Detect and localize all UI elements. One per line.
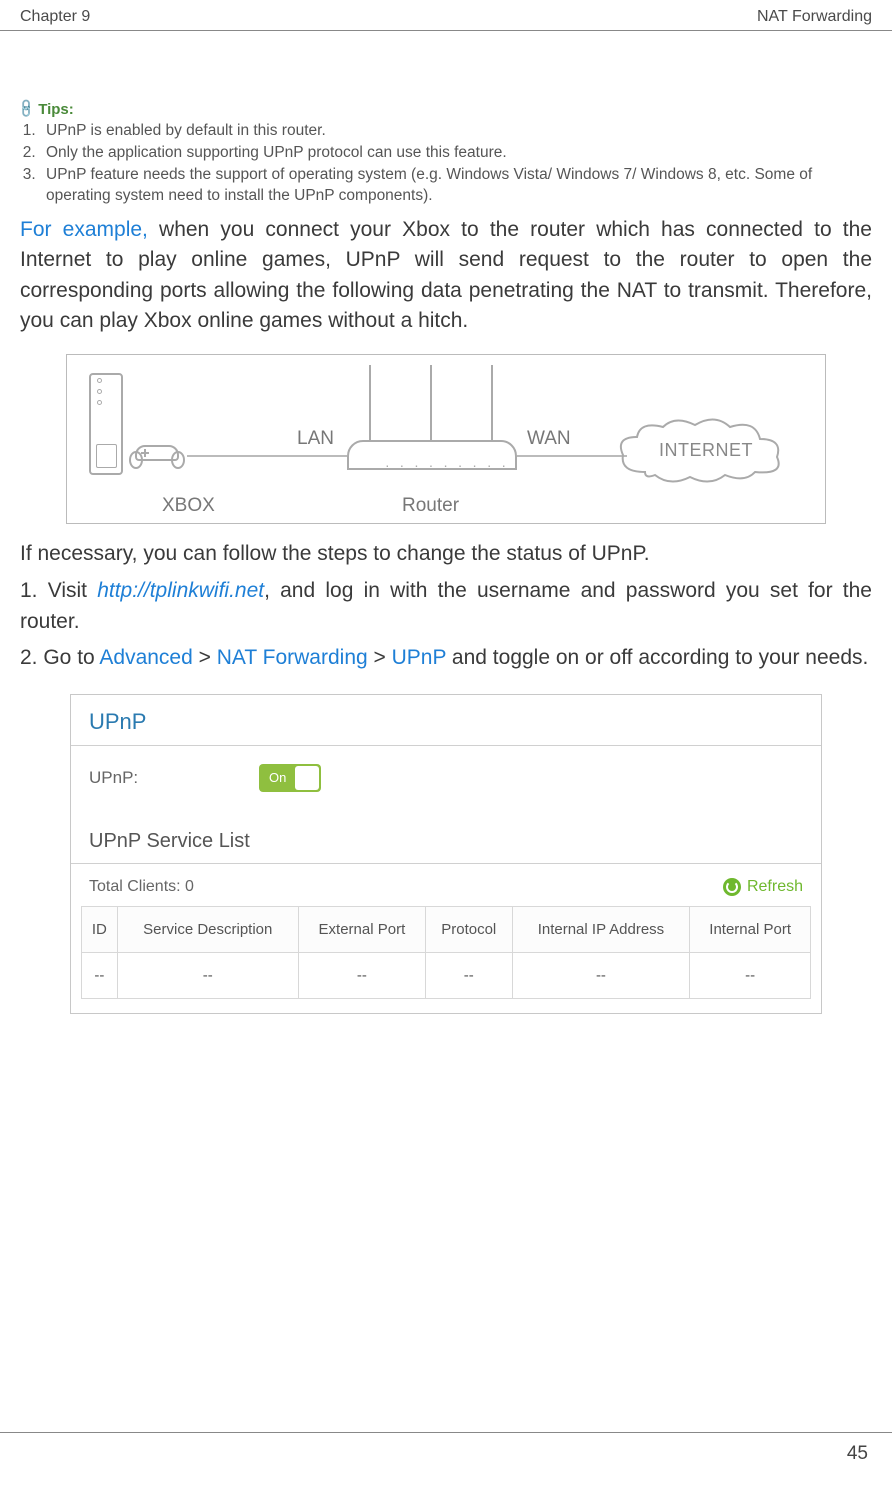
cell-empty: --: [690, 952, 811, 998]
cell-empty: --: [117, 952, 298, 998]
upnp-toggle-label: UPnP:: [89, 768, 259, 788]
refresh-icon: [723, 878, 741, 896]
list-item: Only the application supporting UPnP pro…: [40, 143, 872, 164]
col-internal-ip: Internal IP Address: [512, 906, 690, 952]
section-label: NAT Forwarding: [757, 8, 872, 26]
antenna-shape: [430, 365, 432, 441]
nav-advanced: Advanced: [99, 646, 192, 669]
toggle-state-text: On: [269, 770, 286, 785]
list-item: UPnP is enabled by default in this route…: [40, 121, 872, 142]
col-id: ID: [82, 906, 118, 952]
paperclip-icon: 🔗: [15, 97, 38, 120]
xbox-drive-shape: [96, 444, 117, 468]
tplink-url-link[interactable]: http://tplinkwifi.net: [97, 579, 264, 602]
refresh-button[interactable]: Refresh: [723, 878, 803, 896]
toggle-knob: [295, 766, 319, 790]
list-item: 2. Go to Advanced > NAT Forwarding > UPn…: [20, 643, 872, 673]
example-paragraph: For example, when you connect your Xbox …: [20, 215, 872, 337]
lan-line: [187, 455, 347, 457]
table-row: -- -- -- -- -- --: [82, 952, 811, 998]
col-desc: Service Description: [117, 906, 298, 952]
col-internal-port: Internal Port: [690, 906, 811, 952]
antenna-shape: [491, 365, 493, 441]
xbox-label: XBOX: [162, 495, 215, 517]
col-ext-port: External Port: [298, 906, 425, 952]
intro-text: If necessary, you can follow the steps t…: [20, 542, 872, 566]
col-protocol: Protocol: [425, 906, 512, 952]
internet-label: INTERNET: [659, 440, 753, 461]
tips-list: UPnP is enabled by default in this route…: [20, 121, 872, 207]
steps-list: 1. Visit http://tplinkwifi.net, and log …: [20, 576, 872, 673]
upnp-title: UPnP: [71, 695, 821, 739]
lan-label: LAN: [297, 428, 334, 450]
page-number: 45: [847, 1443, 868, 1465]
total-clients: Total Clients: 0: [89, 878, 194, 896]
service-list-title: UPnP Service List: [71, 802, 821, 857]
wan-label: WAN: [527, 428, 571, 450]
cell-empty: --: [512, 952, 690, 998]
wan-line: [517, 455, 627, 457]
refresh-label: Refresh: [747, 878, 803, 896]
nav-upnp: UPnP: [392, 646, 446, 669]
service-table: ID Service Description External Port Pro…: [81, 906, 811, 999]
controller-shape: [127, 435, 187, 471]
router-label: Router: [402, 495, 459, 517]
topology-diagram: · · · · · · · · · XBOX LAN Router WAN IN…: [66, 354, 826, 524]
example-text: when you connect your Xbox to the router…: [20, 218, 872, 332]
tips-block: 🔗Tips: UPnP is enabled by default in thi…: [20, 101, 872, 207]
chapter-label: Chapter 9: [20, 8, 90, 26]
cell-empty: --: [82, 952, 118, 998]
cell-empty: --: [298, 952, 425, 998]
for-example-label: For example,: [20, 218, 148, 241]
cell-empty: --: [425, 952, 512, 998]
table-header-row: ID Service Description External Port Pro…: [82, 906, 811, 952]
footer-line: [0, 1432, 892, 1433]
page-header: Chapter 9 NAT Forwarding: [0, 0, 892, 31]
upnp-panel: UPnP UPnP: On UPnP Service List Total Cl…: [70, 694, 822, 1014]
tips-label: Tips:: [38, 101, 74, 118]
list-item: 1. Visit http://tplinkwifi.net, and log …: [20, 576, 872, 637]
list-item: UPnP feature needs the support of operat…: [40, 165, 872, 207]
nav-nat-forwarding: NAT Forwarding: [217, 646, 368, 669]
step-text: 1. Visit http://tplinkwifi.net, and log …: [20, 579, 872, 632]
upnp-toggle[interactable]: On: [259, 764, 321, 792]
step-text: 2. Go to Advanced > NAT Forwarding > UPn…: [20, 646, 868, 669]
antenna-shape: [369, 365, 371, 441]
router-led-dots: · · · · · · · · ·: [385, 457, 509, 473]
